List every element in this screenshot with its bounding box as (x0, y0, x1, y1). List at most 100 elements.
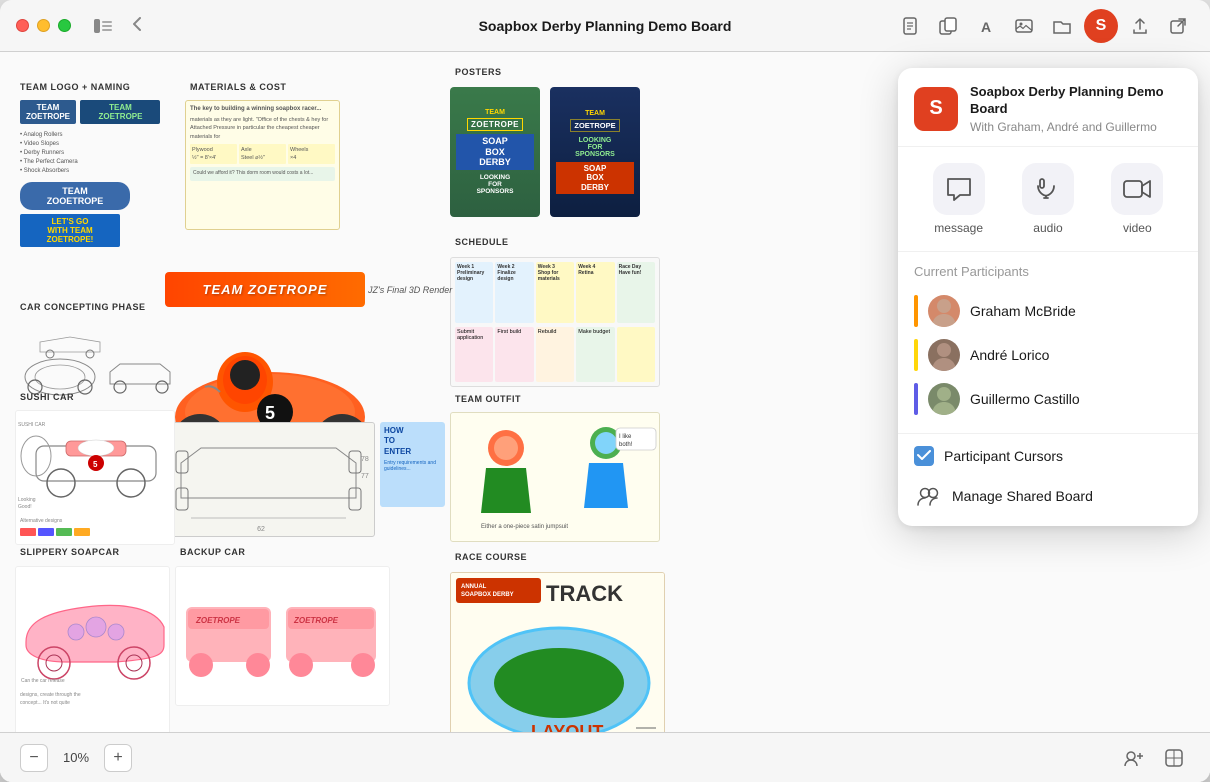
render-note: JZ's Final 3D Render (368, 285, 452, 295)
svg-text:SUSHI CAR: SUSHI CAR (18, 422, 46, 428)
grid-view-button[interactable] (1158, 742, 1190, 774)
toolbar-tools: A S (894, 9, 1194, 43)
add-participant-icon (1124, 749, 1144, 767)
car-blueprint: 62 77 78 19 (160, 422, 375, 537)
text-icon: A (977, 17, 995, 35)
team-logo-label: TEAM LOGO + NAMING (20, 82, 130, 92)
team-outfit-label: TEAM OUTFIT (455, 394, 521, 404)
zoom-in-button[interactable]: + (104, 744, 132, 772)
folder-icon (1053, 17, 1071, 35)
participant-graham[interactable]: Graham McBride (914, 289, 1182, 333)
manage-shared-board-label: Manage Shared Board (952, 488, 1093, 504)
image-tool-button[interactable] (1008, 10, 1040, 42)
race-track-svg: ANNUAL SOAPBOX DERBY TRACK LAYOUT 0 100m (451, 573, 665, 752)
svg-text:A: A (981, 19, 991, 35)
sidebar-toggle-button[interactable] (87, 10, 119, 42)
svg-text:ANNUAL: ANNUAL (461, 584, 487, 590)
text-tool-button[interactable]: A (970, 10, 1002, 42)
sushi-car-label: SUSHI CAR (20, 392, 74, 402)
outfit-section: Either a one-piece satin jumpsuit I like… (450, 412, 660, 542)
audio-icon (1022, 163, 1074, 215)
graham-name: Graham McBride (970, 303, 1076, 319)
board-icon: S (914, 87, 958, 131)
car-concepting-label: CAR CONCEPTING PHASE (20, 302, 146, 312)
svg-text:62: 62 (257, 526, 265, 533)
guillermo-avatar (928, 383, 960, 415)
manage-shared-board-row[interactable]: Manage Shared Board (898, 474, 1198, 518)
collab-panel: S Soapbox Derby Planning Demo Board With… (898, 68, 1198, 526)
slippery-section: Can the car release designs, create thro… (15, 566, 170, 736)
maximize-button[interactable] (58, 19, 71, 32)
svg-text:78: 78 (361, 456, 369, 463)
guillermo-indicator (914, 383, 918, 415)
video-label: video (1123, 221, 1152, 235)
grid-icon (1165, 749, 1183, 767)
cursors-label: Participant Cursors (944, 448, 1063, 464)
comm-buttons: message audio (898, 147, 1198, 252)
zoom-control: − 10% + (20, 744, 132, 772)
minimize-button[interactable] (37, 19, 50, 32)
divider-1 (898, 433, 1198, 434)
svg-text:TRACK: TRACK (546, 581, 623, 606)
guillermo-name: Guillermo Castillo (970, 391, 1080, 407)
backup-svg: ZOETROPE ZOETROPE (176, 567, 390, 706)
video-button[interactable]: video (1103, 159, 1171, 239)
materials-section: The key to building a winning soapbox ra… (185, 100, 340, 230)
andre-avatar (928, 339, 960, 371)
svg-text:Can the car release: Can the car release (21, 678, 65, 684)
svg-text:ZOETROPE: ZOETROPE (195, 616, 241, 625)
sushi-car-section: 5 SUSHI CAR Looking Good! Alternative de… (15, 410, 175, 545)
team-logo-section: TEAMZOETROPE TEAMZOETROPE • Analog Rolle… (20, 100, 170, 290)
duplicate-tool-button[interactable] (932, 10, 964, 42)
posters-label: POSTERS (455, 67, 502, 77)
share-button[interactable] (1124, 10, 1156, 42)
back-button[interactable] (123, 10, 151, 38)
image-icon (1015, 17, 1033, 35)
how-to-enter-card: HOWTOENTER Entry requirements and guidel… (380, 422, 445, 507)
titlebar: Soapbox Derby Planning Demo Board A S (0, 0, 1210, 52)
folder-tool-button[interactable] (1046, 10, 1078, 42)
svg-text:both!: both! (619, 442, 633, 448)
backup-car-label: BACKUP CAR (180, 547, 245, 557)
participant-andre[interactable]: André Lorico (914, 333, 1182, 377)
slippery-label: SLIPPERY SOAPCAR (20, 547, 120, 557)
close-button[interactable] (16, 19, 29, 32)
add-participant-button[interactable] (1118, 742, 1150, 774)
traffic-lights (16, 19, 71, 32)
poster-navy: TEAM ZOETROPE LOOKINGFORSPONSORS SOAPBOX… (550, 87, 640, 217)
external-link-button[interactable] (1162, 10, 1194, 42)
svg-text:Either a one-piece satin jumps: Either a one-piece satin jumpsuit (481, 524, 568, 530)
slippery-svg: Can the car release (16, 567, 170, 687)
zoom-out-button[interactable]: − (20, 744, 48, 772)
user-avatar-button[interactable]: S (1084, 9, 1118, 43)
cursors-checkbox (914, 446, 934, 466)
app-window: Soapbox Derby Planning Demo Board A S (0, 0, 1210, 782)
race-course-section: ANNUAL SOAPBOX DERBY TRACK LAYOUT 0 100m (450, 572, 665, 752)
svg-text:5: 5 (265, 403, 275, 423)
window-title: Soapbox Derby Planning Demo Board (479, 18, 732, 34)
team-zoetrope-banner: TEAM ZOETROPE (165, 272, 365, 307)
document-tool-button[interactable] (894, 10, 926, 42)
video-icon (1111, 163, 1163, 215)
panel-board-title: Soapbox Derby Planning Demo Board (970, 84, 1182, 118)
external-link-icon (1169, 17, 1187, 35)
backup-car-section: ZOETROPE ZOETROPE (175, 566, 390, 706)
andre-name: André Lorico (970, 347, 1049, 363)
participant-guillermo[interactable]: Guillermo Castillo (914, 377, 1182, 421)
svg-text:ZOETROPE: ZOETROPE (293, 616, 339, 625)
materials-label: MATERIALS & COST (190, 82, 286, 92)
participants-section: Current Participants Graham McBride (898, 252, 1198, 429)
audio-button[interactable]: audio (1014, 159, 1082, 239)
panel-board-subtitle: With Graham, André and Guillermo (970, 120, 1182, 134)
sushi-car-svg: 5 SUSHI CAR Looking Good! (16, 411, 175, 511)
message-button[interactable]: message (925, 159, 993, 239)
race-course-label: RACE COURSE (455, 552, 527, 562)
participant-cursors-row[interactable]: Participant Cursors (898, 438, 1198, 474)
participants-section-title: Current Participants (914, 264, 1182, 279)
bottom-toolbar: − 10% + (0, 732, 1210, 782)
svg-text:Good!: Good! (18, 504, 32, 510)
nav-buttons (87, 10, 151, 42)
svg-text:77: 77 (361, 473, 369, 480)
sidebar-icon (94, 19, 112, 33)
message-icon (933, 163, 985, 215)
